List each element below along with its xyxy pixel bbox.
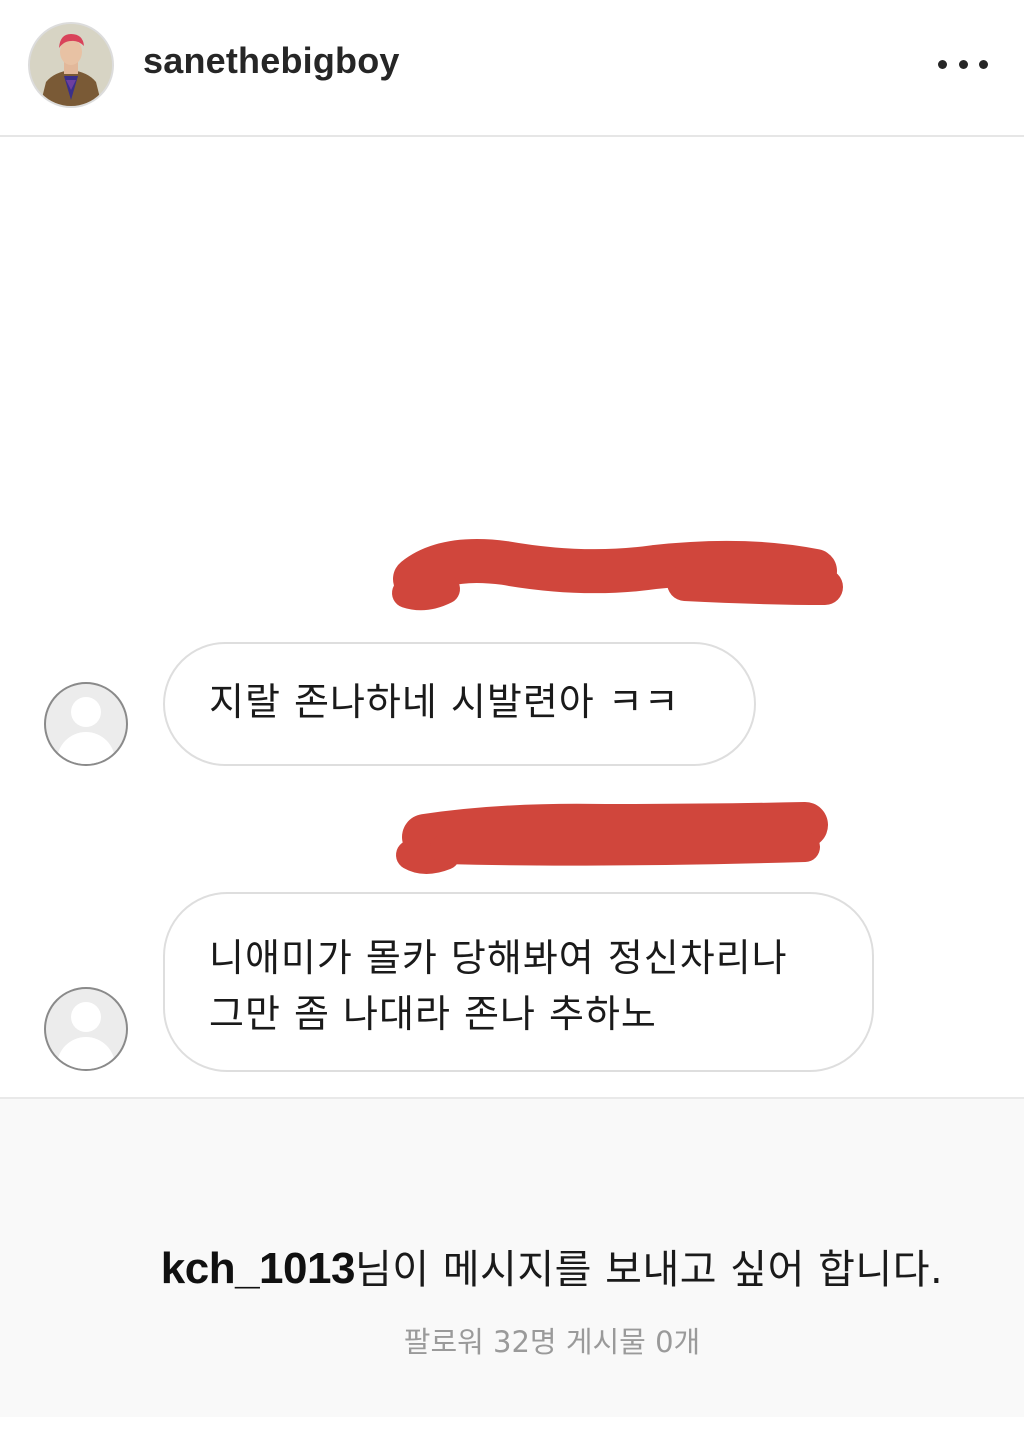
post-header: sanethebigboy — [0, 0, 1024, 137]
message-text-line: 니애미가 몰카 당해봐여 정신차리나 — [209, 936, 788, 980]
redaction-scribble — [396, 802, 828, 874]
profile-avatar[interactable] — [28, 22, 114, 108]
message-bubble: 니애미가 몰카 당해봐여 정신차리나 그만 좀 나대라 존나 추하노 — [163, 892, 874, 1072]
avatar-body — [57, 1037, 115, 1069]
request-username[interactable]: kch_1013 — [161, 1244, 356, 1293]
more-horizontal-icon — [938, 59, 947, 69]
redaction-scribble — [392, 539, 843, 611]
avatar-body — [57, 732, 115, 764]
instagram-post: sanethebigboy 지랄 존나하네 시발련아 ㅋㅋ 니애미가 몰카 당해… — [0, 0, 1024, 1434]
default-avatar-icon — [71, 1002, 101, 1032]
message-bubble: 지랄 존나하네 시발련아 ㅋㅋ — [163, 642, 756, 766]
message-request-panel: kch_1013님이 메시지를 보내고 싶어 합니다. 팔로워 32명 게시물 … — [0, 1097, 1024, 1417]
more-dot — [958, 59, 968, 69]
message-text: 지랄 존나하네 시발련아 ㅋㅋ — [209, 680, 680, 724]
profile-photo-icon — [30, 24, 112, 106]
sender-avatar[interactable] — [44, 682, 128, 766]
bottom-strip — [0, 1417, 1024, 1434]
message-request-text: kch_1013님이 메시지를 보내고 싶어 합니다. — [0, 1237, 1024, 1295]
more-dot — [979, 59, 988, 69]
post-image: 지랄 존나하네 시발련아 ㅋㅋ 니애미가 몰카 당해봐여 정신차리나 그만 좀 … — [0, 137, 1024, 1097]
message-text-line: 그만 좀 나대라 존나 추하노 — [209, 992, 657, 1036]
default-avatar-icon — [71, 697, 101, 727]
request-suffix: 님이 메시지를 보내고 싶어 합니다. — [354, 1247, 944, 1293]
request-user-stats: 팔로워 32명 게시물 0개 — [403, 1325, 701, 1359]
post-username[interactable]: sanethebigboy — [143, 40, 400, 82]
sender-avatar[interactable] — [44, 987, 128, 1071]
more-options-button[interactable] — [938, 42, 988, 86]
